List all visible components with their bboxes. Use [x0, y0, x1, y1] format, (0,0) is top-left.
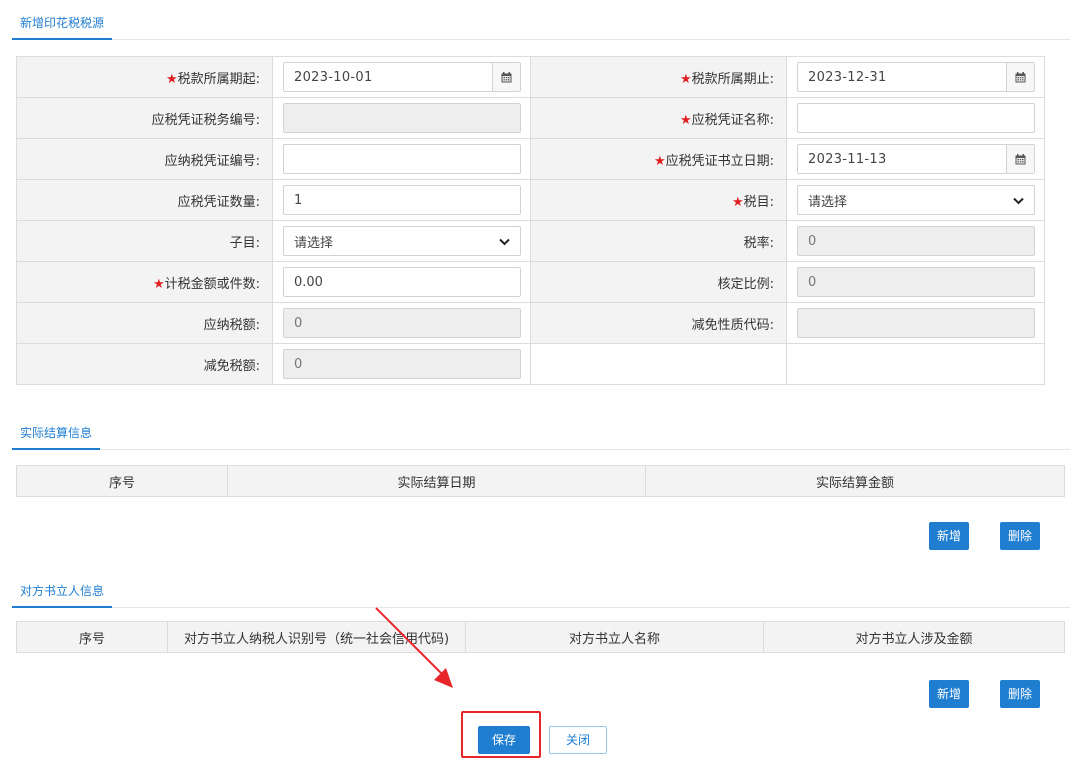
column-header: 序号 [16, 621, 168, 653]
exemption-code-input [797, 308, 1035, 338]
voucher-date-label: ★应税凭证书立日期: [530, 138, 787, 180]
period-end-input[interactable]: 2023-12-31 [797, 62, 1035, 92]
tax-payable-label: 应纳税额: [16, 302, 273, 344]
voucher-tax-no-label: 应税凭证税务编号: [16, 97, 273, 139]
calendar-icon[interactable] [1006, 145, 1034, 173]
tax-source-form: ★税款所属期起: 2023-10-01 ★税款所属期止: 2023-12-31 … [16, 56, 1045, 385]
settlement-table: 序号 实际结算日期 实际结算金额 [16, 465, 1065, 497]
counterparty-delete-button[interactable]: 删除 [1000, 680, 1040, 708]
voucher-tax-no-input [283, 103, 521, 133]
section-title-source: 新增印花税税源 [12, 11, 113, 40]
sub-item-label: 子目: [16, 220, 273, 262]
tax-item-label: ★税目: [530, 179, 787, 221]
taxable-amount-input[interactable]: 0.00 [283, 267, 521, 297]
voucher-name-label: ★应税凭证名称: [530, 97, 787, 139]
voucher-count-input[interactable]: 1 [283, 185, 521, 215]
column-header: 对方书立人名称 [465, 621, 764, 653]
calendar-icon[interactable] [492, 63, 520, 91]
required-mark: ★ [679, 112, 692, 128]
chevron-down-icon [499, 235, 510, 250]
chevron-down-icon [1013, 194, 1024, 209]
calendar-icon[interactable] [1006, 63, 1034, 91]
exemption-code-label: 减免性质代码: [530, 302, 787, 344]
section-header-source: 新增印花税税源 [12, 10, 1070, 40]
required-mark: ★ [731, 194, 744, 210]
tax-rate-label: 税率: [530, 220, 787, 262]
section-title-settlement: 实际结算信息 [12, 421, 101, 450]
approved-ratio-label: 核定比例: [530, 261, 787, 303]
taxable-voucher-no-label: 应纳税凭证编号: [16, 138, 273, 180]
voucher-date-input[interactable]: 2023-11-13 [797, 144, 1035, 174]
settlement-add-button[interactable]: 新增 [929, 522, 969, 550]
empty-cell [786, 343, 1045, 385]
counterparty-add-button[interactable]: 新增 [929, 680, 969, 708]
column-header: 序号 [16, 465, 228, 497]
period-start-input[interactable]: 2023-10-01 [283, 62, 521, 92]
counterparty-table: 序号 对方书立人纳税人识别号（统一社会信用代码) 对方书立人名称 对方书立人涉及… [16, 621, 1065, 653]
sub-item-select[interactable]: 请选择 [283, 226, 521, 256]
tax-exemption-input: 0 [283, 349, 521, 379]
section-title-counterparty: 对方书立人信息 [12, 579, 113, 608]
tax-rate-input: 0 [797, 226, 1035, 256]
column-header: 对方书立人涉及金额 [763, 621, 1065, 653]
empty-cell [530, 343, 787, 385]
tax-item-select[interactable]: 请选择 [797, 185, 1035, 215]
column-header: 实际结算日期 [227, 465, 646, 497]
required-mark: ★ [679, 71, 692, 87]
required-mark: ★ [165, 71, 178, 87]
period-end-label: ★税款所属期止: [530, 56, 787, 98]
annotation-arrow-icon [375, 607, 453, 688]
taxable-amount-label: ★计税金额或件数: [16, 261, 273, 303]
section-header-settlement: 实际结算信息 [12, 420, 1070, 450]
settlement-delete-button[interactable]: 删除 [1000, 522, 1040, 550]
annotation-highlight-box [461, 711, 541, 758]
tax-payable-input: 0 [283, 308, 521, 338]
required-mark: ★ [653, 153, 666, 169]
taxable-voucher-no-input[interactable] [283, 144, 521, 174]
period-start-label: ★税款所属期起: [16, 56, 273, 98]
close-button[interactable]: 关闭 [549, 726, 607, 754]
voucher-name-input[interactable] [797, 103, 1035, 133]
column-header: 实际结算金额 [645, 465, 1065, 497]
tax-exemption-label: 减免税额: [16, 343, 273, 385]
section-header-counterparty: 对方书立人信息 [12, 578, 1070, 608]
approved-ratio-input: 0 [797, 267, 1035, 297]
required-mark: ★ [152, 276, 165, 292]
voucher-count-label: 应税凭证数量: [16, 179, 273, 221]
